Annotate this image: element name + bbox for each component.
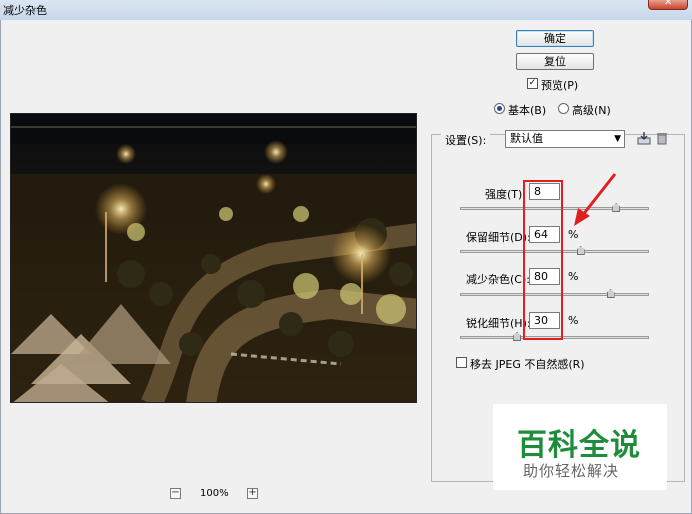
mode-basic-radio[interactable] [494, 103, 505, 114]
save-preset-icon[interactable] [637, 131, 651, 145]
mode-basic-label: 基本(B) [508, 104, 547, 117]
preview-image[interactable] [10, 113, 417, 403]
reduce-color-noise-label: 减少杂色(C): [466, 273, 530, 286]
zoom-in-button[interactable]: + [247, 488, 258, 499]
close-button[interactable]: ✕ [648, 0, 688, 10]
ok-button[interactable]: 确定 [516, 30, 594, 47]
preview-checkbox[interactable]: ✓ [527, 78, 538, 89]
trash-icon[interactable] [655, 131, 669, 145]
strength-label: 强度(T): [485, 188, 527, 201]
close-icon: ✕ [664, 0, 673, 8]
reduce-color-noise-unit: % [568, 270, 579, 283]
settings-label: 设置(S): [441, 132, 491, 148]
remove-jpeg-artifact-label: 移去 JPEG 不自然感(R) [470, 358, 585, 371]
highlight-box [523, 180, 563, 340]
mode-advanced-label: 高级(N) [572, 104, 611, 117]
watermark-subtitle: 助你轻松解决 [523, 462, 620, 480]
settings-select-value: 默认值 [510, 132, 543, 145]
reset-button[interactable]: 复位 [516, 53, 594, 70]
mode-advanced-radio[interactable] [558, 103, 569, 114]
preview-label: 预览(P) [541, 79, 579, 92]
night-scene-photo [11, 114, 416, 402]
watermark-title: 百科全说 [517, 428, 641, 463]
remove-jpeg-artifact-checkbox[interactable] [456, 357, 467, 368]
zoom-level: 100% [200, 488, 229, 499]
window-title: 减少杂色 [3, 4, 47, 17]
watermark: 百科全说 助你轻松解决 [493, 404, 667, 490]
chevron-down-icon: ▼ [614, 134, 621, 144]
settings-select[interactable]: 默认值 ▼ [505, 130, 625, 148]
arrow-icon [574, 173, 617, 226]
sharpen-details-label: 锐化细节(H): [466, 317, 531, 330]
zoom-out-button[interactable]: − [170, 488, 181, 499]
preserve-details-label: 保留细节(D): [466, 231, 531, 244]
title-bar: 减少杂色 ✕ [0, 0, 692, 20]
sharpen-details-unit: % [568, 314, 579, 327]
